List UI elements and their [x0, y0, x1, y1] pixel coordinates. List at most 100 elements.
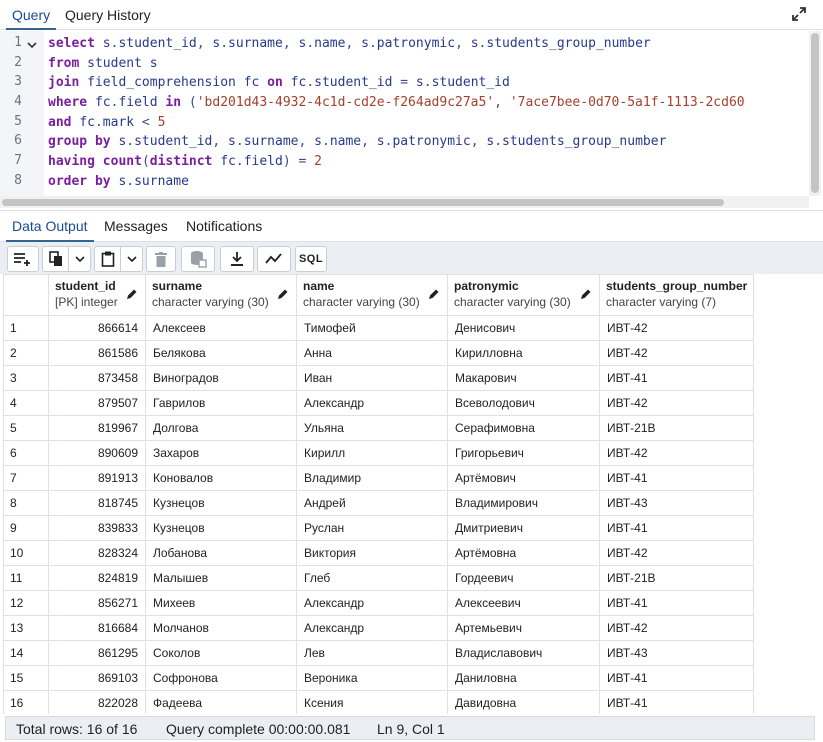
patronymic-cell[interactable]: Даниловна: [447, 665, 600, 691]
column-header-patronymic[interactable]: patronymic character varying (30): [447, 274, 600, 316]
graph-visualiser-button[interactable]: [257, 246, 291, 272]
row-number-cell[interactable]: 1: [3, 315, 49, 341]
table-row[interactable]: 9 839833 Кузнецов Руслан Дмитриевич ИВТ-41: [3, 515, 755, 541]
name-cell[interactable]: Вероника: [296, 665, 448, 691]
sql-button[interactable]: SQL: [295, 246, 327, 272]
editor-vertical-scrollbar[interactable]: [809, 31, 821, 196]
surname-cell[interactable]: Фадеева: [145, 690, 297, 714]
student-id-cell[interactable]: 856271: [48, 590, 146, 616]
results-grid[interactable]: student_id [PK] integer surname characte…: [3, 274, 823, 714]
patronymic-cell[interactable]: Давидовна: [447, 690, 600, 714]
surname-cell[interactable]: Гаврилов: [145, 390, 297, 416]
group-number-cell[interactable]: ИВТ-41: [598, 515, 755, 541]
group-number-cell[interactable]: ИВТ-41: [598, 690, 755, 714]
name-cell[interactable]: Лев: [296, 640, 448, 666]
row-number-cell[interactable]: 9: [3, 515, 49, 541]
student-id-cell[interactable]: 861586: [48, 340, 146, 366]
name-cell[interactable]: Александр: [296, 615, 448, 641]
patronymic-cell[interactable]: Гордеевич: [447, 565, 600, 591]
name-cell[interactable]: Ульяна: [296, 415, 448, 441]
student-id-cell[interactable]: 822028: [48, 690, 146, 714]
group-number-cell[interactable]: ИВТ-21В: [598, 565, 755, 591]
student-id-cell[interactable]: 861295: [48, 640, 146, 666]
student-id-cell[interactable]: 818745: [48, 490, 146, 516]
surname-cell[interactable]: Софронова: [145, 665, 297, 691]
name-cell[interactable]: Владимир: [296, 465, 448, 491]
copy-options-dropdown[interactable]: [69, 246, 91, 272]
group-number-cell[interactable]: ИВТ-41: [598, 590, 755, 616]
table-row[interactable]: 14 861295 Соколов Лев Владиславович ИВТ-43: [3, 640, 755, 666]
table-row[interactable]: 8 818745 Кузнецов Андрей Владимирович ИВТ-43: [3, 490, 755, 516]
tab-query-history[interactable]: Query History: [59, 0, 157, 30]
surname-cell[interactable]: Кузнецов: [145, 490, 297, 516]
name-cell[interactable]: Ксения: [296, 690, 448, 714]
group-number-cell[interactable]: ИВТ-41: [598, 365, 755, 391]
tab-notifications[interactable]: Notifications: [180, 211, 268, 242]
expand-icon[interactable]: [791, 6, 807, 22]
surname-cell[interactable]: Лобанова: [145, 540, 297, 566]
student-id-cell[interactable]: 873458: [48, 365, 146, 391]
patronymic-cell[interactable]: Кирилловна: [447, 340, 600, 366]
row-number-cell[interactable]: 14: [3, 640, 49, 666]
pencil-icon[interactable]: [580, 288, 592, 300]
surname-cell[interactable]: Алексеев: [145, 315, 297, 341]
table-row[interactable]: 11 824819 Малышев Глеб Гордеевич ИВТ-21В: [3, 565, 755, 591]
group-number-cell[interactable]: ИВТ-43: [598, 640, 755, 666]
surname-cell[interactable]: Кузнецов: [145, 515, 297, 541]
patronymic-cell[interactable]: Артемьевич: [447, 615, 600, 641]
name-cell[interactable]: Кирилл: [296, 440, 448, 466]
name-cell[interactable]: Тимофей: [296, 315, 448, 341]
tab-messages[interactable]: Messages: [98, 211, 174, 242]
group-number-cell[interactable]: ИВТ-41: [598, 465, 755, 491]
delete-button[interactable]: [146, 246, 176, 272]
row-number-cell[interactable]: 15: [3, 665, 49, 691]
table-row[interactable]: 4 879507 Гаврилов Александр Всеволодович ИВТ-…: [3, 390, 755, 416]
column-header-students-group-number[interactable]: students_group_number character varying …: [598, 274, 755, 316]
name-cell[interactable]: Александр: [296, 390, 448, 416]
group-number-cell[interactable]: ИВТ-42: [598, 440, 755, 466]
student-id-cell[interactable]: 824819: [48, 565, 146, 591]
group-number-cell[interactable]: ИВТ-42: [598, 315, 755, 341]
student-id-cell[interactable]: 816684: [48, 615, 146, 641]
surname-cell[interactable]: Виноградов: [145, 365, 297, 391]
name-cell[interactable]: Анна: [296, 340, 448, 366]
row-number-cell[interactable]: 3: [3, 365, 49, 391]
editor-horizontal-scrollbar[interactable]: [0, 196, 809, 208]
paste-button[interactable]: [94, 246, 121, 272]
fold-chevron-icon[interactable]: [27, 40, 37, 50]
student-id-cell[interactable]: 891913: [48, 465, 146, 491]
patronymic-cell[interactable]: Денисович: [447, 315, 600, 341]
table-row[interactable]: 5 819967 Долгова Ульяна Серафимовна ИВТ-21В: [3, 415, 755, 441]
patronymic-cell[interactable]: Григорьевич: [447, 440, 600, 466]
patronymic-cell[interactable]: Артёмовна: [447, 540, 600, 566]
table-row[interactable]: 10 828324 Лобанова Виктория Артёмовна ИВТ-42: [3, 540, 755, 566]
surname-cell[interactable]: Михеев: [145, 590, 297, 616]
group-number-cell[interactable]: ИВТ-21В: [598, 415, 755, 441]
download-button[interactable]: [220, 246, 254, 272]
pencil-icon[interactable]: [277, 288, 289, 300]
name-cell[interactable]: Иван: [296, 365, 448, 391]
row-number-cell[interactable]: 4: [3, 390, 49, 416]
surname-cell[interactable]: Белякова: [145, 340, 297, 366]
patronymic-cell[interactable]: Макарович: [447, 365, 600, 391]
table-row[interactable]: 15 869103 Софронова Вероника Даниловна ИВТ-41: [3, 665, 755, 691]
table-row[interactable]: 1 866614 Алексеев Тимофей Денисович ИВТ-42: [3, 315, 755, 341]
row-number-cell[interactable]: 10: [3, 540, 49, 566]
surname-cell[interactable]: Долгова: [145, 415, 297, 441]
name-cell[interactable]: Виктория: [296, 540, 448, 566]
group-number-cell[interactable]: ИВТ-42: [598, 540, 755, 566]
table-row[interactable]: 16 822028 Фадеева Ксения Давидовна ИВТ-41: [3, 690, 755, 714]
code-area[interactable]: select s.student_id, s.surname, s.name, …: [48, 31, 808, 196]
group-number-cell[interactable]: ИВТ-42: [598, 340, 755, 366]
student-id-cell[interactable]: 866614: [48, 315, 146, 341]
table-row[interactable]: 2 861586 Белякова Анна Кирилловна ИВТ-42: [3, 340, 755, 366]
add-row-button[interactable]: [7, 246, 39, 272]
row-number-header[interactable]: [3, 274, 49, 316]
student-id-cell[interactable]: 869103: [48, 665, 146, 691]
patronymic-cell[interactable]: Владимирович: [447, 490, 600, 516]
row-number-cell[interactable]: 16: [3, 690, 49, 714]
row-number-cell[interactable]: 6: [3, 440, 49, 466]
table-row[interactable]: 7 891913 Коновалов Владимир Артёмович ИВТ-41: [3, 465, 755, 491]
table-row[interactable]: 13 816684 Молчанов Александр Артемьевич ИВТ-4…: [3, 615, 755, 641]
pencil-icon[interactable]: [126, 288, 138, 300]
